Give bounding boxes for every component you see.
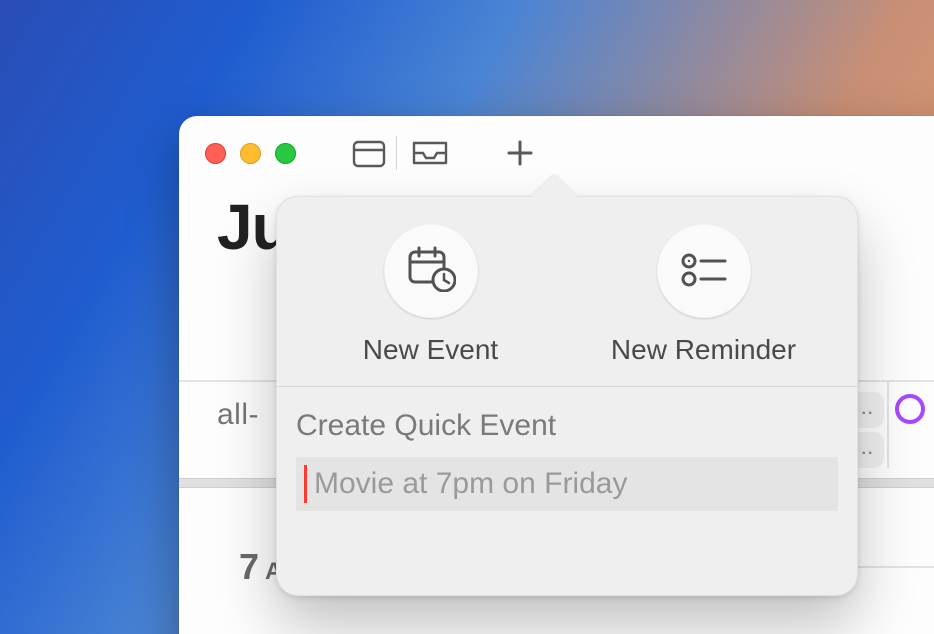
calendar-window: Ju all- .. .. 7AM: [179, 116, 934, 634]
day-divider: [887, 382, 889, 468]
toolbar-divider: [396, 136, 397, 170]
calendar-icon: [352, 138, 386, 168]
popover-type-row: New Event New Reminder: [276, 196, 858, 387]
fullscreen-window-button[interactable]: [275, 143, 296, 164]
reminders-list-icon: [679, 249, 729, 294]
new-reminder-label: New Reminder: [611, 334, 796, 366]
inbox-icon: [411, 139, 449, 167]
event-ring[interactable]: [895, 394, 925, 424]
new-event-label: New Event: [363, 334, 498, 366]
calendar-clock-icon: [406, 246, 456, 297]
plus-icon: [506, 139, 534, 167]
new-reminder-button[interactable]: New Reminder: [567, 224, 840, 366]
quick-event-input[interactable]: [296, 457, 838, 511]
minimize-window-button[interactable]: [240, 143, 261, 164]
hour-number: 7: [239, 546, 259, 587]
text-caret: [304, 465, 307, 503]
allday-label: all-: [217, 398, 259, 432]
window-controls: [205, 143, 296, 164]
add-toolbar-button[interactable]: [493, 133, 547, 173]
popover-quick-section: Create Quick Event: [276, 387, 858, 511]
new-reminder-icon-circle: [657, 224, 751, 318]
quick-event-heading: Create Quick Event: [296, 409, 838, 443]
new-event-icon-circle: [384, 224, 478, 318]
new-event-button[interactable]: New Event: [294, 224, 567, 366]
close-window-button[interactable]: [205, 143, 226, 164]
inbox-toolbar-button[interactable]: [403, 133, 457, 173]
calendars-toolbar-button[interactable]: [342, 133, 396, 173]
quick-event-field[interactable]: [296, 457, 838, 511]
add-popover: New Event New Reminder: [276, 196, 858, 596]
